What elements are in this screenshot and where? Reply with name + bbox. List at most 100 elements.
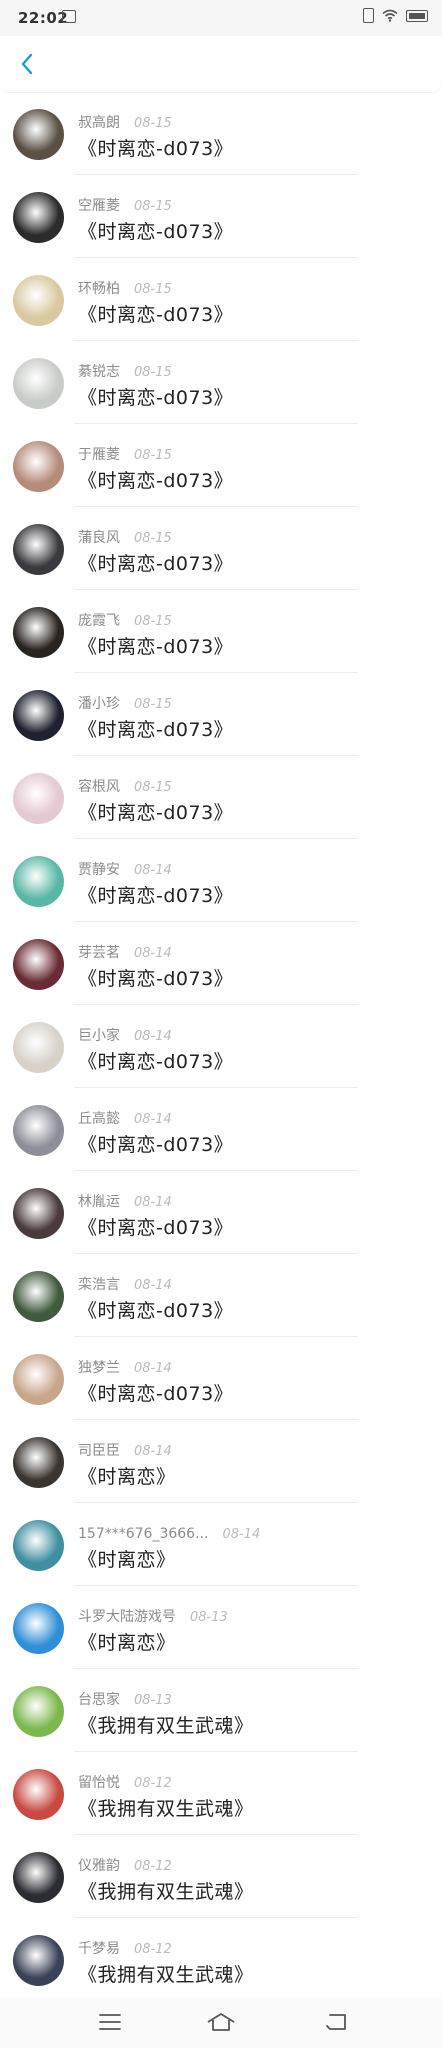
item-title: 《我拥有双生武魂》 bbox=[78, 1964, 254, 1986]
sender-name: 环畅柏 bbox=[78, 281, 120, 297]
item-meta: 栾浩言 08-14 bbox=[78, 1274, 172, 1294]
list-item[interactable]: 司臣臣 08-14 《时离恋》 bbox=[0, 1420, 442, 1503]
avatar[interactable] bbox=[13, 1188, 64, 1239]
item-meta: 綦锐志 08-15 bbox=[78, 361, 172, 381]
item-meta: 蒲良风 08-15 bbox=[78, 527, 172, 547]
item-title: 《时离恋-d073》 bbox=[78, 304, 234, 326]
list-item[interactable]: 栾浩言 08-14 《时离恋-d073》 bbox=[0, 1254, 442, 1337]
back-button[interactable] bbox=[10, 46, 44, 82]
avatar[interactable] bbox=[13, 1354, 64, 1405]
item-meta: 司臣臣 08-14 bbox=[78, 1440, 172, 1460]
sender-name: 留怡悦 bbox=[78, 1775, 120, 1791]
list-item[interactable]: 庞霞飞 08-15 《时离恋-d073》 bbox=[0, 590, 442, 673]
notification-app-icon bbox=[62, 10, 76, 23]
avatar[interactable] bbox=[13, 1437, 64, 1488]
sender-name: 千梦易 bbox=[78, 1941, 120, 1957]
item-meta: 潘小珍 08-15 bbox=[78, 693, 172, 713]
avatar[interactable] bbox=[13, 1686, 64, 1737]
item-title: 《时离恋-d073》 bbox=[78, 802, 234, 824]
list-item[interactable]: 潘小珍 08-15 《时离恋-d073》 bbox=[0, 673, 442, 756]
item-title: 《时离恋-d073》 bbox=[78, 387, 234, 409]
item-title: 《时离恋-d073》 bbox=[78, 636, 234, 658]
list-item[interactable]: 157***676_3666... 08-14 《时离恋》 bbox=[0, 1503, 442, 1586]
item-date: 08-15 bbox=[134, 531, 172, 546]
list-item[interactable]: 于雁菱 08-15 《时离恋-d073》 bbox=[0, 424, 442, 507]
list-item[interactable]: 环畅柏 08-15 《时离恋-d073》 bbox=[0, 258, 442, 341]
sender-name: 巨小家 bbox=[78, 1028, 120, 1044]
item-title: 《时离恋-d073》 bbox=[78, 1217, 234, 1239]
return-icon bbox=[326, 2014, 346, 2030]
list-item[interactable]: 仪雅韵 08-12 《我拥有双生武魂》 bbox=[0, 1835, 442, 1918]
avatar[interactable] bbox=[13, 109, 64, 160]
home-button[interactable] bbox=[206, 2012, 236, 2036]
item-title: 《时离恋-d073》 bbox=[78, 470, 234, 492]
sender-name: 贾静安 bbox=[78, 862, 120, 878]
sender-name: 仪雅韵 bbox=[78, 1858, 120, 1874]
avatar[interactable] bbox=[13, 275, 64, 326]
avatar[interactable] bbox=[13, 1769, 64, 1820]
item-title: 《时离恋-d073》 bbox=[78, 221, 234, 243]
item-date: 08-15 bbox=[134, 448, 172, 463]
avatar[interactable] bbox=[13, 1520, 64, 1571]
wifi-icon bbox=[382, 9, 398, 22]
avatar[interactable] bbox=[13, 607, 64, 658]
item-title: 《时离恋-d073》 bbox=[78, 138, 234, 160]
list-item[interactable]: 空雁菱 08-15 《时离恋-d073》 bbox=[0, 175, 442, 258]
list-item[interactable]: 丘高懿 08-14 《时离恋-d073》 bbox=[0, 1088, 442, 1171]
avatar[interactable] bbox=[13, 1852, 64, 1903]
avatar[interactable] bbox=[13, 1022, 64, 1073]
sender-name: 栾浩言 bbox=[78, 1277, 120, 1293]
list-item[interactable]: 斗罗大陆游戏号 08-13 《时离恋》 bbox=[0, 1586, 442, 1669]
status-bar: 22:02 bbox=[0, 0, 442, 36]
avatar[interactable] bbox=[13, 1935, 64, 1986]
item-title: 《时离恋-d073》 bbox=[78, 719, 234, 741]
avatar[interactable] bbox=[13, 1271, 64, 1322]
list-item[interactable]: 叔高朗 08-15 《时离恋-d073》 bbox=[0, 92, 442, 175]
avatar[interactable] bbox=[13, 773, 64, 824]
item-date: 08-15 bbox=[134, 780, 172, 795]
item-meta: 157***676_3666... 08-14 bbox=[78, 1523, 260, 1542]
avatar[interactable] bbox=[13, 939, 64, 990]
item-date: 08-12 bbox=[134, 1859, 172, 1874]
avatar[interactable] bbox=[13, 1105, 64, 1156]
list-item[interactable]: 巨小家 08-14 《时离恋-d073》 bbox=[0, 1005, 442, 1088]
list-item[interactable]: 綦锐志 08-15 《时离恋-d073》 bbox=[0, 341, 442, 424]
item-date: 08-14 bbox=[134, 1195, 172, 1210]
list-item[interactable]: 容根风 08-15 《时离恋-d073》 bbox=[0, 756, 442, 839]
item-date: 08-13 bbox=[190, 1610, 228, 1625]
list-item[interactable]: 贾静安 08-14 《时离恋-d073》 bbox=[0, 839, 442, 922]
avatar[interactable] bbox=[13, 690, 64, 741]
sender-name: 斗罗大陆游戏号 bbox=[78, 1609, 176, 1625]
item-meta: 空雁菱 08-15 bbox=[78, 195, 172, 215]
item-title: 《时离恋》 bbox=[78, 1549, 176, 1571]
list-item[interactable]: 留怡悦 08-12 《我拥有双生武魂》 bbox=[0, 1752, 442, 1835]
battery-icon bbox=[406, 9, 428, 22]
list-item[interactable]: 蒲良风 08-15 《时离恋-d073》 bbox=[0, 507, 442, 590]
avatar[interactable] bbox=[13, 358, 64, 409]
sim-icon bbox=[363, 8, 374, 23]
list-item[interactable]: 独梦兰 08-14 《时离恋-d073》 bbox=[0, 1337, 442, 1420]
avatar[interactable] bbox=[13, 1603, 64, 1654]
avatar[interactable] bbox=[13, 441, 64, 492]
sender-name: 庞霞飞 bbox=[78, 613, 120, 629]
list-item[interactable]: 林胤运 08-14 《时离恋-d073》 bbox=[0, 1171, 442, 1254]
sender-name: 台思家 bbox=[78, 1692, 120, 1708]
avatar[interactable] bbox=[13, 856, 64, 907]
item-meta: 容根风 08-15 bbox=[78, 776, 172, 796]
avatar[interactable] bbox=[13, 192, 64, 243]
list-item[interactable]: 千梦易 08-12 《我拥有双生武魂》 bbox=[0, 1918, 442, 2001]
item-meta: 仪雅韵 08-12 bbox=[78, 1855, 172, 1875]
list-item[interactable]: 台思家 08-13 《我拥有双生武魂》 bbox=[0, 1669, 442, 1752]
list-item[interactable]: 芽芸茗 08-14 《时离恋-d073》 bbox=[0, 922, 442, 1005]
item-title: 《时离恋-d073》 bbox=[78, 1300, 234, 1322]
item-date: 08-15 bbox=[134, 365, 172, 380]
sender-name: 司臣臣 bbox=[78, 1443, 120, 1459]
sender-name: 丘高懿 bbox=[78, 1111, 120, 1127]
menu-button[interactable] bbox=[98, 2012, 122, 2036]
sender-name: 叔高朗 bbox=[78, 115, 120, 131]
return-button[interactable] bbox=[324, 2012, 348, 2036]
avatar[interactable] bbox=[13, 524, 64, 575]
item-title: 《时离恋-d073》 bbox=[78, 1051, 234, 1073]
item-date: 08-15 bbox=[134, 697, 172, 712]
sender-name: 157***676_3666... bbox=[78, 1526, 209, 1542]
